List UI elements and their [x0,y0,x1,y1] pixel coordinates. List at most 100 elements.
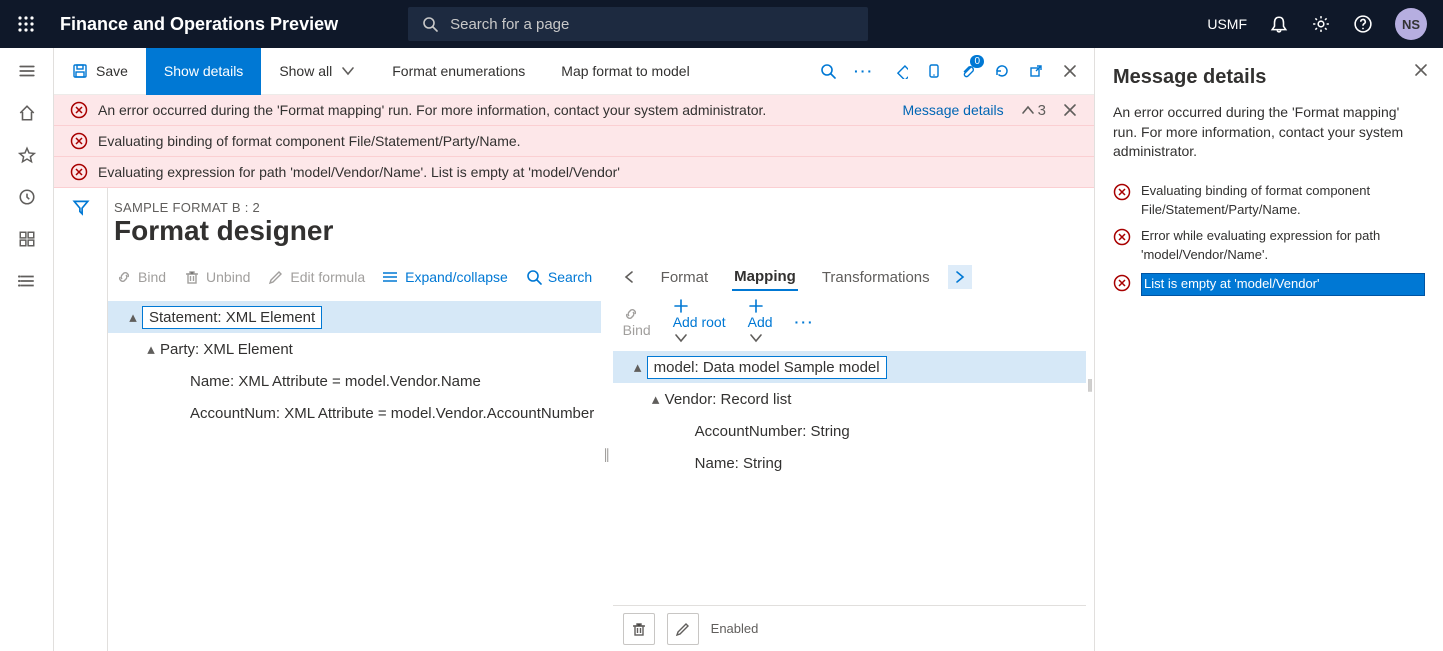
right-edge-handle[interactable]: ∥ [1086,257,1094,651]
more-action[interactable]: ··· [854,63,874,79]
tab-prev[interactable] [617,265,641,289]
format-enumerations-label: Format enumerations [392,63,525,79]
star-icon[interactable] [18,146,36,164]
toggle-icon[interactable]: ▴ [629,358,647,376]
mapping-toolbar: Bind Add root Add ··· [613,297,1086,347]
popout-icon[interactable] [1028,63,1044,79]
dismiss-errors[interactable] [1062,102,1078,118]
bind-action-right[interactable]: Bind [623,306,651,338]
error-icon [70,163,88,181]
tab-next[interactable] [948,265,972,289]
tree-row[interactable]: ▴ Vendor: Record list [613,383,1086,415]
toggle-icon[interactable]: ▴ [124,308,142,326]
map-format-button[interactable]: Map format to model [543,48,707,95]
unbind-action[interactable]: Unbind [184,269,250,285]
bind-action[interactable]: Bind [116,269,166,285]
legal-entity[interactable]: USMF [1207,16,1247,32]
hamburger-icon[interactable] [18,62,36,80]
search-icon [422,16,438,32]
banner-row: Evaluating binding of format component F… [54,126,1094,157]
show-details-button[interactable]: Show details [146,48,261,95]
tree-node-label: Statement: XML Element [142,306,322,329]
gear-icon[interactable] [1311,14,1331,34]
error-count: 3 [1038,102,1046,119]
expand-collapse-action[interactable]: Expand/collapse [383,269,508,285]
banner-text: Evaluating binding of format component F… [98,133,521,149]
message-item[interactable]: Evaluating binding of format component F… [1113,178,1425,224]
attach-badge: 0 [970,55,984,68]
message-details-link[interactable]: Message details [902,102,1003,118]
funnel-icon[interactable] [72,198,90,651]
more-mapping[interactable]: ··· [795,314,815,330]
home-icon[interactable] [18,104,36,122]
add-action[interactable]: Add [748,298,773,346]
banner-text: An error occurred during the 'Format map… [98,102,766,118]
bell-icon[interactable] [1269,14,1289,34]
right-pane-tabs: Format Mapping Transformations [613,257,1086,297]
format-enumerations-button[interactable]: Format enumerations [374,48,543,95]
tab-transformations[interactable]: Transformations [820,265,930,290]
phone-icon[interactable] [926,63,942,79]
tree-row[interactable]: ▴ Statement: XML Element [108,301,601,333]
close-panel[interactable] [1413,62,1429,78]
pencil-icon [268,269,284,285]
avatar[interactable]: NS [1395,8,1427,40]
edit-formula-action[interactable]: Edit formula [268,269,365,285]
search-action[interactable] [820,63,836,79]
filter-column [54,188,108,651]
enabled-label: Enabled [711,621,759,636]
waffle-icon[interactable] [10,8,42,40]
toggle-icon[interactable]: ▴ [647,390,665,408]
breadcrumb: SAMPLE FORMAT B : 2 [108,200,1094,215]
diamond-icon[interactable] [892,63,908,79]
error-icon [70,101,88,119]
close-page-icon[interactable] [1062,63,1078,79]
chevron-down-icon [748,330,764,346]
tree-node-label: model: Data model Sample model [647,356,887,379]
search-tree-action[interactable]: Search [526,269,592,285]
show-all-button[interactable]: Show all [261,48,374,95]
avatar-initials: NS [1402,17,1420,32]
message-item[interactable]: Error while evaluating expression for pa… [1113,223,1425,269]
tab-format[interactable]: Format [659,265,711,290]
refresh-icon[interactable] [994,63,1010,79]
tree-row[interactable]: AccountNumber: String [613,415,1086,447]
banner-row: An error occurred during the 'Format map… [54,95,1094,126]
add-root-action[interactable]: Add root [673,298,726,346]
error-icon [70,132,88,150]
collapse-errors[interactable]: 3 [1020,102,1046,119]
show-details-label: Show details [164,63,243,79]
app-title: Finance and Operations Preview [60,14,338,35]
delete-button[interactable] [623,613,655,645]
message-text: List is empty at 'model/Vendor' [1141,273,1425,296]
workspace-icon[interactable] [18,230,36,248]
attach-icon[interactable]: 0 [960,63,976,79]
plus-icon [673,298,689,314]
save-label: Save [96,63,128,79]
tab-mapping[interactable]: Mapping [732,264,798,291]
message-text: Evaluating binding of format component F… [1141,182,1425,220]
edit-button[interactable] [667,613,699,645]
chevron-up-icon [1020,102,1036,118]
message-details-panel: Message details An error occurred during… [1095,48,1443,651]
split-handle[interactable]: ∥ [601,257,613,651]
save-button[interactable]: Save [54,48,146,95]
tree-row[interactable]: Name: XML Attribute = model.Vendor.Name [108,365,601,397]
modules-icon[interactable] [18,272,36,290]
toggle-icon[interactable]: ▴ [142,340,160,358]
error-icon [1113,228,1131,246]
show-all-label: Show all [279,63,332,79]
banner-row: Evaluating expression for path 'model/Ve… [54,157,1094,188]
clock-icon[interactable] [18,188,36,206]
tree-row[interactable]: AccountNum: XML Attribute = model.Vendor… [108,397,601,429]
left-rail [0,48,54,651]
help-icon[interactable] [1353,14,1373,34]
trash-icon [184,269,200,285]
tree-row[interactable]: Name: String [613,447,1086,479]
tree-row[interactable]: ▴ Party: XML Element [108,333,601,365]
tree-row[interactable]: ▴ model: Data model Sample model [613,351,1086,383]
tree-node-label: AccountNum: XML Attribute = model.Vendor… [190,405,594,422]
search-input[interactable] [448,15,854,34]
message-item-selected[interactable]: List is empty at 'model/Vendor' [1113,269,1425,300]
global-search[interactable] [408,7,868,41]
